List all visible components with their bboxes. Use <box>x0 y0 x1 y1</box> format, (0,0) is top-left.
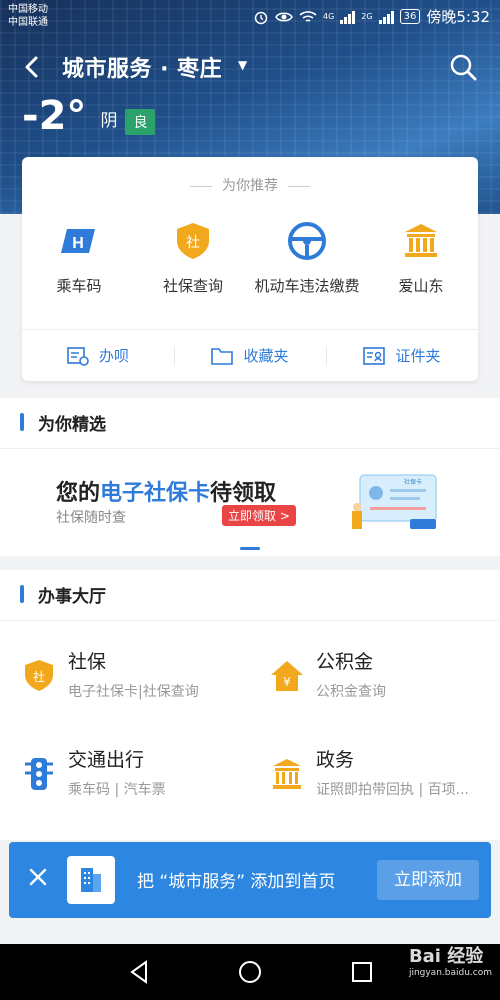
service-name: 交通出行 <box>68 749 145 771</box>
svg-text:¥: ¥ <box>283 675 291 689</box>
status-bar: 中国移动 中国联通 4G 2G 36 傍晚5:32 <box>0 0 500 36</box>
search-icon[interactable] <box>448 52 478 82</box>
service-name: 公积金 <box>316 651 374 673</box>
social-card-illustration: 社保卡 <box>352 474 437 529</box>
id-card-icon <box>363 346 386 365</box>
steering-wheel-icon <box>288 222 326 260</box>
carrier-info: 中国移动 中国联通 <box>8 3 48 29</box>
recommend-item-traffic-fine[interactable]: 机动车违法缴费 <box>250 221 364 297</box>
recommend-card: 为你推荐 H 乘车码 社 社保查询 机动车违法缴费 爱山东 办呗 收藏夹 证件夹 <box>22 157 478 381</box>
network-type-1: 4G <box>322 12 335 21</box>
social-security-icon: 社 <box>177 223 209 259</box>
service-housing-fund[interactable]: ¥ 公积金 公积金查询 <box>270 647 500 717</box>
baidu-watermark: Bai 经验 jingyan.baidu.com <box>409 942 492 978</box>
network-type-2: 2G <box>361 12 373 21</box>
wifi-icon <box>299 10 317 22</box>
government-building-icon <box>405 224 437 257</box>
featured-heading: 为你精选 <box>38 415 106 435</box>
weather-condition: 阴 <box>100 111 118 131</box>
recommend-item-label: 爱山东 <box>398 277 444 295</box>
favorites-label: 收藏夹 <box>243 347 289 365</box>
favorites-button[interactable]: 收藏夹 <box>174 345 326 366</box>
banner-title: 您的电子社保卡待领取 <box>56 475 276 507</box>
social-security-icon: 社 <box>25 660 53 691</box>
service-desc: 电子社保卡|社保查询 <box>68 684 199 700</box>
social-card-banner[interactable]: 您的电子社保卡待领取 社保随时查 立即领取 > 社保卡 <box>0 448 500 556</box>
add-to-home-toast: 把 “城市服务” 添加到首页 立即添加 <box>9 842 491 918</box>
carousel-indicator <box>240 547 260 550</box>
recommend-heading: 为你推荐 <box>22 175 478 195</box>
status-icons: 4G 2G 36 傍晚5:32 <box>253 6 490 27</box>
svg-text:H: H <box>72 235 84 252</box>
handle-icon <box>67 346 89 366</box>
government-building-icon <box>273 759 301 789</box>
section-accent-bar <box>20 413 24 431</box>
bus-code-icon: H <box>61 229 95 253</box>
banner-title-highlight: 电子社保卡 <box>100 481 211 506</box>
toast-message: 把 “城市服务” 添加到首页 <box>137 872 336 892</box>
watermark-brand: Bai 经验 <box>408 946 484 967</box>
signal-icon-2 <box>378 10 394 24</box>
banner-title-prefix: 您的 <box>56 481 101 506</box>
signal-icon-1 <box>340 10 356 24</box>
service-desc: 证照即拍带回执 | 百项... <box>316 782 469 798</box>
card-art-label: 社保卡 <box>404 478 422 486</box>
city-dropdown-icon[interactable]: ▼ <box>238 58 247 72</box>
hall-section-header: 办事大厅 <box>0 570 500 620</box>
alarm-icon <box>254 11 268 24</box>
clock-time: 傍晚5:32 <box>426 8 490 26</box>
id-wallet-button[interactable]: 证件夹 <box>326 345 478 366</box>
section-accent-bar <box>20 585 24 603</box>
title-bar: 城市服务 · 枣庄 ▼ <box>0 44 500 90</box>
air-quality-badge: 良 <box>125 109 156 135</box>
nav-back-icon[interactable] <box>126 958 154 986</box>
back-arrow-icon[interactable] <box>18 50 48 84</box>
close-icon[interactable] <box>27 866 49 888</box>
city-building-icon <box>81 868 101 892</box>
banner-title-suffix: 待领取 <box>210 481 277 506</box>
housing-fund-icon: ¥ <box>271 661 303 691</box>
service-name: 政务 <box>316 749 355 771</box>
app-logo <box>67 856 115 904</box>
service-name: 社保 <box>68 651 107 673</box>
hall-heading: 办事大厅 <box>38 587 106 607</box>
recommend-items: H 乘车码 社 社保查询 机动车违法缴费 爱山东 <box>22 221 478 297</box>
folder-icon <box>211 347 234 365</box>
carrier-1: 中国移动 <box>8 4 48 15</box>
recommend-item-ai-shandong[interactable]: 爱山东 <box>364 221 478 297</box>
svg-text:社: 社 <box>33 669 45 684</box>
recommend-item-label: 机动车违法缴费 <box>254 277 360 295</box>
carrier-2: 中国联通 <box>8 17 48 28</box>
battery-icon: 36 <box>399 9 421 24</box>
service-government[interactable]: 政务 证照即拍带回执 | 百项... <box>270 745 500 815</box>
traffic-light-icon <box>25 758 53 790</box>
handle-label: 办呗 <box>98 347 129 365</box>
nav-home-icon[interactable] <box>236 958 264 986</box>
recommend-item-bus-code[interactable]: H 乘车码 <box>22 221 136 297</box>
service-hall: 社 社保 电子社保卡|社保查询 ¥ 公积金 公积金查询 交通出行 乘车码 | 汽… <box>0 620 500 840</box>
temperature: -2° <box>22 93 87 139</box>
eye-icon <box>275 12 293 21</box>
nav-recents-icon[interactable] <box>348 958 376 986</box>
claim-now-button[interactable]: 立即领取 > <box>222 505 296 526</box>
service-transportation[interactable]: 交通出行 乘车码 | 汽车票 <box>22 745 262 815</box>
weather-widget[interactable]: -2° 阴 良 <box>22 92 156 140</box>
recommend-item-label: 社保查询 <box>162 277 223 295</box>
city-service-title[interactable]: 城市服务 · 枣庄 <box>62 51 222 83</box>
svg-text:社: 社 <box>186 235 200 251</box>
recommend-footer: 办呗 收藏夹 证件夹 <box>22 329 478 381</box>
recommend-item-label: 乘车码 <box>56 277 102 295</box>
service-desc: 公积金查询 <box>316 684 386 700</box>
service-social-security[interactable]: 社 社保 电子社保卡|社保查询 <box>22 647 262 717</box>
featured-section-header: 为你精选 <box>0 398 500 448</box>
banner-subtitle: 社保随时查 <box>56 510 126 526</box>
handle-button[interactable]: 办呗 <box>22 345 174 366</box>
watermark-url: jingyan.baidu.com <box>408 968 492 978</box>
service-desc: 乘车码 | 汽车票 <box>68 782 166 798</box>
id-wallet-label: 证件夹 <box>395 347 441 365</box>
recommend-item-social-security[interactable]: 社 社保查询 <box>136 221 250 297</box>
add-now-button[interactable]: 立即添加 <box>377 860 479 900</box>
